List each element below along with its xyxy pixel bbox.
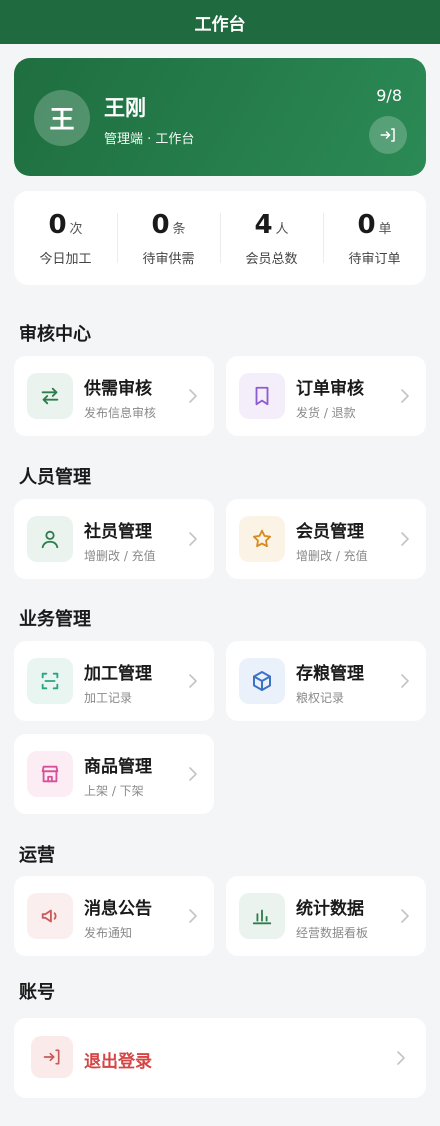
page-title: 工作台	[194, 14, 246, 35]
logout-icon	[380, 128, 395, 142]
section-title-staff: 人员管理	[19, 467, 91, 488]
card-member-staff[interactable]: 社员管理 增删改 / 充值	[14, 499, 214, 579]
top-navigation-bar: 工作台	[0, 0, 440, 44]
card-title: 统计数据	[296, 899, 364, 919]
store-icon	[41, 765, 59, 783]
header-logout-button[interactable]	[369, 116, 407, 154]
stat-label: 会员总数	[245, 251, 298, 267]
section-title-account: 账号	[19, 982, 55, 1003]
chevron-right-icon	[401, 389, 409, 403]
card-supply-review[interactable]: 供需审核 发布信息审核	[14, 356, 214, 436]
section-title-operations: 运营	[19, 845, 55, 866]
box-icon	[253, 671, 271, 691]
card-statistics[interactable]: 统计数据 经营数据看板	[226, 876, 426, 956]
profile-card: 王 王刚 管理端 · 工作台 9/8	[14, 58, 426, 176]
avatar: 王	[34, 90, 90, 146]
card-subtitle: 粮权记录	[296, 691, 345, 705]
chevron-right-icon	[189, 532, 197, 546]
user-role: 管理端 · 工作台	[104, 132, 195, 147]
stat-unit: 单	[378, 221, 392, 237]
stat-pending-orders[interactable]: 0单 待审订单	[323, 191, 426, 285]
chevron-right-icon	[401, 674, 409, 688]
stat-label: 待审供需	[142, 251, 195, 267]
star-icon	[253, 529, 271, 548]
stat-value: 4	[254, 209, 273, 240]
logout-icon	[43, 1049, 60, 1065]
card-subtitle: 经营数据看板	[296, 926, 369, 940]
user-icon	[41, 530, 59, 549]
stat-value: 0	[151, 209, 170, 240]
card-title: 订单审核	[296, 379, 364, 399]
scan-icon	[41, 672, 59, 690]
card-subtitle: 发货 / 退款	[296, 406, 356, 420]
swap-icon	[41, 387, 59, 405]
user-name: 王刚	[104, 96, 146, 120]
stat-member-total[interactable]: 4人 会员总数	[220, 191, 323, 285]
card-product-management[interactable]: 商品管理 上架 / 下架	[14, 734, 214, 814]
current-date: 9/8	[376, 86, 402, 105]
chevron-right-icon	[189, 767, 197, 781]
stat-today-processing[interactable]: 0次 今日加工	[14, 191, 117, 285]
chevron-right-icon	[189, 674, 197, 688]
card-subtitle: 发布通知	[84, 926, 133, 940]
section-title-review: 审核中心	[19, 324, 91, 345]
card-title: 存粮管理	[296, 664, 364, 684]
stat-pending-supply[interactable]: 0条 待审供需	[117, 191, 220, 285]
section-title-business: 业务管理	[19, 609, 91, 630]
logout-label: 退出登录	[84, 1052, 152, 1072]
card-grain-storage[interactable]: 存粮管理 粮权记录	[226, 641, 426, 721]
stat-unit: 次	[69, 221, 83, 237]
stats-panel: 0次 今日加工 0条 待审供需 4人 会员总数 0单 待审订单	[14, 191, 426, 285]
megaphone-icon	[41, 909, 57, 923]
card-title: 商品管理	[84, 757, 152, 777]
card-announcements[interactable]: 消息公告 发布通知	[14, 876, 214, 956]
card-subtitle: 增删改 / 充值	[84, 549, 156, 563]
chevron-right-icon	[401, 532, 409, 546]
stat-label: 待审订单	[348, 251, 401, 267]
stat-label: 今日加工	[39, 251, 92, 267]
card-title: 加工管理	[84, 664, 152, 684]
card-subtitle: 上架 / 下架	[84, 784, 144, 798]
card-subtitle: 加工记录	[84, 691, 133, 705]
chevron-right-icon	[189, 909, 197, 923]
card-title: 社员管理	[84, 522, 152, 542]
card-subtitle: 增删改 / 充值	[296, 549, 368, 563]
chevron-right-icon	[401, 909, 409, 923]
receipt-icon	[255, 386, 269, 406]
card-title: 供需审核	[84, 379, 152, 399]
chevron-right-icon	[189, 389, 197, 403]
card-member-management[interactable]: 会员管理 增删改 / 充值	[226, 499, 426, 579]
stat-unit: 条	[172, 221, 186, 237]
card-subtitle: 发布信息审核	[84, 406, 157, 420]
logout-row[interactable]: 退出登录	[14, 1018, 426, 1098]
stat-value: 0	[48, 209, 67, 240]
stat-unit: 人	[275, 221, 289, 237]
card-title: 消息公告	[84, 899, 152, 919]
card-title: 会员管理	[296, 522, 364, 542]
bar-chart-icon	[252, 909, 272, 925]
chevron-right-icon	[397, 1051, 405, 1065]
card-order-review[interactable]: 订单审核 发货 / 退款	[226, 356, 426, 436]
stat-value: 0	[357, 209, 376, 240]
card-processing-management[interactable]: 加工管理 加工记录	[14, 641, 214, 721]
